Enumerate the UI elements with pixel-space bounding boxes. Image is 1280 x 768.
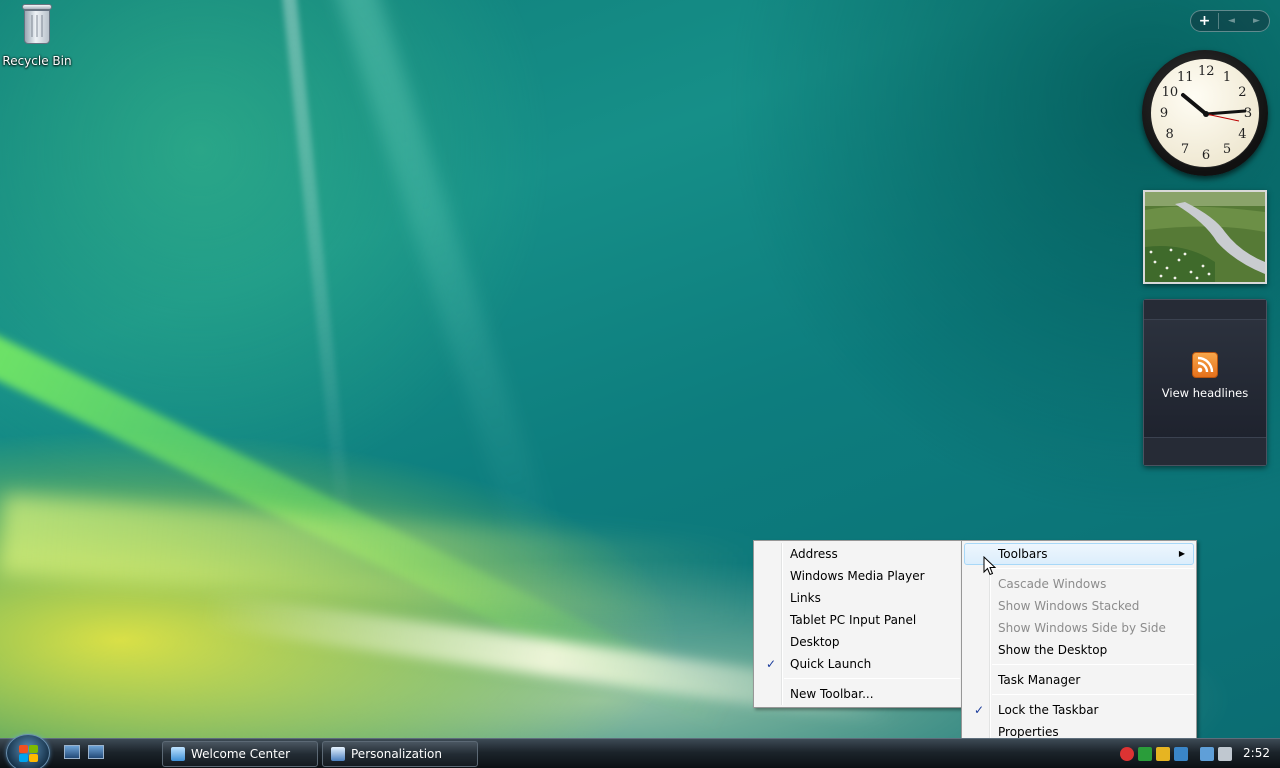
menu-item-label: Task Manager xyxy=(998,673,1081,687)
warning-icon[interactable] xyxy=(1156,747,1170,761)
wallpaper-streak xyxy=(332,0,568,591)
menu-item-toolbars[interactable]: Toolbars ▶ xyxy=(964,543,1194,565)
check-mark-icon: ✓ xyxy=(765,657,777,671)
wallpaper-streak xyxy=(0,493,762,627)
menu-item-label: Show Windows Stacked xyxy=(998,599,1140,613)
menu-item-label: Tablet PC Input Panel xyxy=(790,613,917,627)
sidebar-controls: + ◄ ► xyxy=(1190,10,1270,32)
menu-item-new-toolbar[interactable]: New Toolbar... xyxy=(756,683,960,705)
menu-item-desktop[interactable]: Desktop xyxy=(756,631,960,653)
add-gadget-button[interactable]: + xyxy=(1191,13,1219,29)
recycle-bin-icon xyxy=(20,2,54,46)
taskbar-button-personalization[interactable]: Personalization xyxy=(322,741,478,767)
start-button[interactable] xyxy=(6,734,50,768)
feed-headlines-gadget[interactable]: View headlines xyxy=(1143,299,1267,466)
previous-page-button[interactable]: ◄ xyxy=(1219,16,1244,26)
security-alert-icon[interactable] xyxy=(1120,747,1134,761)
slideshow-gadget[interactable] xyxy=(1143,190,1267,284)
toolbars-submenu: Address Windows Media Player Links Table… xyxy=(753,540,963,708)
mouse-cursor-icon xyxy=(983,556,997,576)
taskbar-button-welcome-center[interactable]: Welcome Center xyxy=(162,741,318,767)
taskbar-clock[interactable]: 2:52 xyxy=(1243,746,1270,760)
switch-windows-icon[interactable] xyxy=(88,745,104,759)
menu-separator xyxy=(992,568,1194,569)
menu-item-windows-media-player[interactable]: Windows Media Player xyxy=(756,565,960,587)
menu-item-label: Quick Launch xyxy=(790,657,872,671)
menu-item-label: Properties xyxy=(998,725,1059,739)
next-page-button[interactable]: ► xyxy=(1244,16,1269,26)
menu-item-task-manager[interactable]: Task Manager xyxy=(964,669,1194,691)
volume-muted-icon[interactable] xyxy=(1218,747,1232,761)
submenu-arrow-icon: ▶ xyxy=(1178,549,1185,558)
taskbar-button-label: Welcome Center xyxy=(191,747,291,761)
taskbar-button-label: Personalization xyxy=(351,747,442,761)
menu-separator xyxy=(784,678,960,679)
menu-item-label: Desktop xyxy=(790,635,840,649)
feed-footer xyxy=(1144,437,1266,465)
menu-item-show-windows-stacked: Show Windows Stacked xyxy=(964,595,1194,617)
menu-item-label: Lock the Taskbar xyxy=(998,703,1099,717)
welcome-center-icon xyxy=(171,747,185,761)
menu-separator xyxy=(992,694,1194,695)
network-icon[interactable] xyxy=(1200,747,1214,761)
menu-item-label: Windows Media Player xyxy=(790,569,925,583)
desktop-icon-recycle-bin[interactable]: Recycle Bin xyxy=(2,2,72,68)
menu-item-cascade-windows: Cascade Windows xyxy=(964,573,1194,595)
menu-item-show-windows-side-by-side: Show Windows Side by Side xyxy=(964,617,1194,639)
menu-item-label: Show the Desktop xyxy=(998,643,1108,657)
menu-item-label: Show Windows Side by Side xyxy=(998,621,1166,635)
landscape-photo xyxy=(1145,192,1265,282)
show-desktop-icon[interactable] xyxy=(64,745,80,759)
personalization-icon xyxy=(331,747,345,761)
menu-item-label: New Toolbar... xyxy=(790,687,874,701)
menu-item-label: Toolbars xyxy=(998,547,1048,561)
rss-icon xyxy=(1192,352,1218,378)
menu-item-quick-launch[interactable]: ✓ Quick Launch xyxy=(756,653,960,675)
clock-hands-icon xyxy=(1181,93,1247,122)
notification-area: 2:52 xyxy=(1112,739,1280,768)
taskbar[interactable]: Welcome Center Personalization 2:52 xyxy=(0,734,1280,768)
menu-item-label: Address xyxy=(790,547,838,561)
menu-item-address[interactable]: Address xyxy=(756,543,960,565)
desktop-icon-label: Recycle Bin xyxy=(2,54,72,68)
device-icon[interactable] xyxy=(1174,747,1188,761)
menu-separator xyxy=(992,664,1194,665)
wallpaper-streak xyxy=(0,302,738,733)
view-headlines-link[interactable]: View headlines xyxy=(1144,386,1266,400)
clock-gadget[interactable]: 12 1 2 3 4 5 6 7 8 9 10 11 xyxy=(1142,50,1268,176)
menu-item-links[interactable]: Links xyxy=(756,587,960,609)
clock-face: 12 1 2 3 4 5 6 7 8 9 10 11 xyxy=(1150,58,1260,168)
wallpaper-streak xyxy=(280,0,354,540)
menu-item-label: Cascade Windows xyxy=(998,577,1107,591)
update-shield-icon[interactable] xyxy=(1138,747,1152,761)
menu-item-tablet-pc-input-panel[interactable]: Tablet PC Input Panel xyxy=(756,609,960,631)
check-mark-icon: ✓ xyxy=(973,703,985,717)
windows-logo-icon xyxy=(19,745,39,763)
menu-item-label: Links xyxy=(790,591,821,605)
feed-header xyxy=(1144,300,1266,320)
menu-item-show-the-desktop[interactable]: Show the Desktop xyxy=(964,639,1194,661)
menu-item-lock-the-taskbar[interactable]: ✓ Lock the Taskbar xyxy=(964,699,1194,721)
